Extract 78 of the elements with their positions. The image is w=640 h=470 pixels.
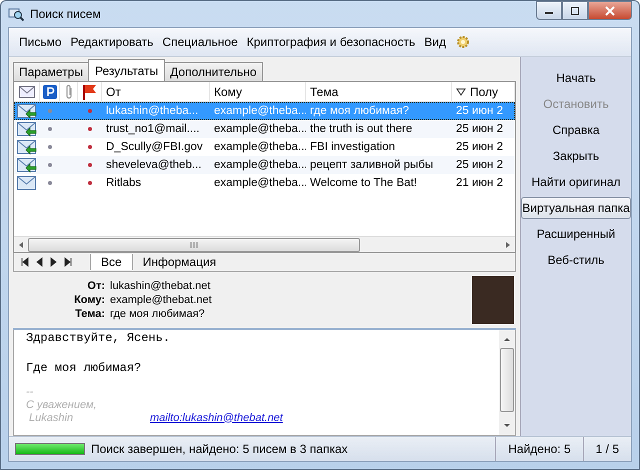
sidebar-button[interactable]: Начать xyxy=(521,67,631,89)
signature-line: -- xyxy=(26,386,34,398)
signature-line: Lukashin xyxy=(28,412,74,424)
maximize-button[interactable] xyxy=(562,1,588,20)
gear-icon[interactable] xyxy=(454,34,471,50)
dot-icon xyxy=(88,127,92,131)
dot-icon xyxy=(48,109,52,113)
menu-item[interactable]: Специальное xyxy=(162,35,238,49)
sidebar-button[interactable]: Расширенный xyxy=(521,223,631,245)
header-value: lukashin@thebat.net xyxy=(110,280,212,292)
table-cell: FBI investigation xyxy=(310,141,396,153)
menu-item[interactable]: Вид xyxy=(424,35,446,49)
found-count: Найдено: 5 xyxy=(495,437,583,461)
close-icon xyxy=(605,6,615,16)
menu-item[interactable]: Письмо xyxy=(19,35,62,49)
header-value: где моя любимая? xyxy=(110,308,206,320)
menu-item[interactable]: Редактировать xyxy=(70,35,154,49)
tab[interactable]: Информация xyxy=(132,254,226,270)
window-title: Поиск писем xyxy=(30,7,101,21)
priority-icon xyxy=(42,84,56,98)
table-cell: sheveleva@theb... xyxy=(106,159,202,171)
table-cell: Welcome to The Bat! xyxy=(310,177,417,189)
column-header[interactable]: Полу xyxy=(470,84,498,98)
tab[interactable]: Параметры xyxy=(13,62,89,81)
photo-placeholder xyxy=(472,276,514,324)
table-cell: рецепт заливной рыбы xyxy=(310,159,434,171)
grip-icon[interactable] xyxy=(190,242,198,248)
table-cell: D_Scully@FBI.gov xyxy=(106,141,203,153)
table-cell: the truth is out there xyxy=(310,123,412,135)
dot-icon xyxy=(48,145,52,149)
sidebar-button[interactable]: Виртуальная папка xyxy=(521,197,631,219)
header-label: Кому: xyxy=(73,294,105,306)
horizontal-scrollbar[interactable] xyxy=(14,236,515,252)
message-position: 1 / 5 xyxy=(582,437,631,461)
message-line: Где моя любимая? xyxy=(26,361,142,377)
vertical-scrollbar[interactable] xyxy=(499,330,515,435)
table-cell: 21 июн 2 xyxy=(456,177,503,189)
dot-icon xyxy=(48,181,52,185)
sidebar-button[interactable]: Закрыть xyxy=(521,145,631,167)
status-text: Поиск завершен, найдено: 5 писем в 3 папках xyxy=(91,442,349,456)
table-cell: Ritlabs xyxy=(106,177,142,189)
sidebar-button[interactable]: Найти оригинал xyxy=(521,171,631,193)
email-link[interactable]: mailto:lukashin@thebat.net xyxy=(150,412,283,424)
dot-icon xyxy=(48,163,52,167)
dot-icon xyxy=(48,127,52,131)
header-label: Тема: xyxy=(74,308,105,320)
dot-icon xyxy=(88,163,92,167)
header-label: От: xyxy=(86,280,105,292)
signature-line: С уважением, xyxy=(26,398,98,410)
menu-item[interactable]: Криптография и безопасность xyxy=(246,35,416,49)
tab[interactable]: Все xyxy=(90,254,132,270)
table-cell: trust_no1@mail.... xyxy=(106,123,200,135)
paperclip-icon xyxy=(64,84,74,100)
tab[interactable]: Результаты xyxy=(88,59,166,81)
dot-icon xyxy=(88,109,92,113)
dot-icon xyxy=(88,145,92,149)
minimize-button[interactable] xyxy=(536,1,562,20)
sidebar-button[interactable]: Веб-стиль xyxy=(521,249,631,271)
table-cell: lukashin@theba... xyxy=(106,105,198,117)
sidebar-button[interactable]: Справка xyxy=(521,119,631,141)
message-line: Здравствуйте, Ясень. xyxy=(26,331,172,347)
sort-icon xyxy=(456,88,466,96)
header-value: example@thebat.net xyxy=(110,294,212,306)
tab[interactable]: Дополнительно xyxy=(164,62,263,81)
flag-icon xyxy=(82,84,96,100)
dot-icon xyxy=(88,181,92,185)
table-cell: 25 июн 2 xyxy=(456,123,503,135)
column-header[interactable]: Кому xyxy=(214,84,242,98)
maximize-icon xyxy=(570,6,580,14)
table-cell: 25 июн 2 xyxy=(456,159,503,171)
envelope-icon xyxy=(18,86,34,98)
column-header[interactable]: Тема xyxy=(310,84,338,98)
search-app-icon xyxy=(8,6,24,22)
table-cell: где моя любимая? xyxy=(310,105,409,117)
close-button[interactable] xyxy=(588,1,632,20)
table-cell: 25 июн 2 xyxy=(456,141,503,153)
column-header[interactable]: От xyxy=(106,84,121,98)
table-cell: 25 июн 2 xyxy=(456,105,503,117)
